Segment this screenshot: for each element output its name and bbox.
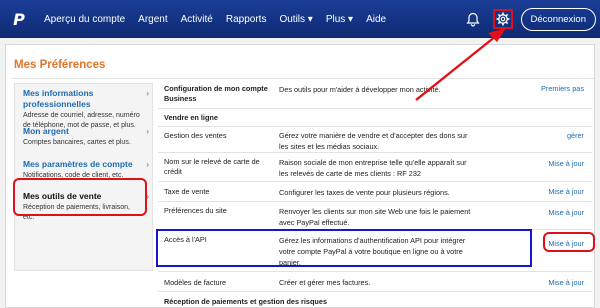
annotation-arrow bbox=[415, 28, 506, 101]
paypal-preferences-screen: P Aperçu du compte Argent Activité Rappo… bbox=[0, 0, 600, 308]
